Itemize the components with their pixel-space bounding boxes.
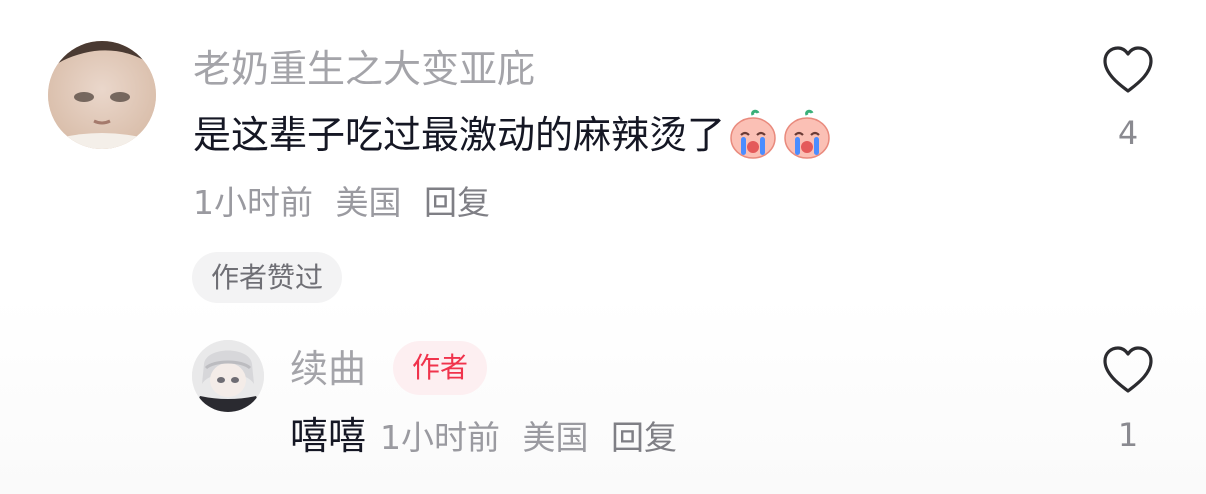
- reply-avatar[interactable]: [192, 340, 264, 412]
- reply-meta: 1小时前 美国 回复: [380, 410, 689, 466]
- comment-body: 是这辈子吃过最激动的麻辣烫了: [193, 106, 833, 164]
- author-liked-chip: 作者赞过: [192, 252, 343, 303]
- comment-like-count: 4: [1117, 114, 1139, 152]
- user-photo-avatar-icon: [48, 41, 156, 149]
- comment-username[interactable]: 老奶重生之大变亚庇: [193, 42, 535, 96]
- heart-icon[interactable]: [1101, 345, 1155, 395]
- comment-time: 1小时前: [193, 183, 313, 222]
- comment-text: 是这辈子吃过最激动的麻辣烫了: [193, 113, 726, 157]
- reply-text: 嘻嘻: [290, 414, 367, 458]
- comment-avatar[interactable]: [48, 41, 156, 149]
- comment-reply-button[interactable]: 回复: [424, 183, 490, 222]
- crying-emoji-icon: [784, 109, 830, 159]
- reply-location: 美国: [522, 418, 589, 457]
- reply-like-count: 1: [1117, 416, 1139, 454]
- comment-meta: 1小时前 美国 回复: [193, 178, 502, 228]
- comment-location: 美国: [335, 183, 402, 222]
- comment-thread: 老奶重生之大变亚庇 是这辈子吃过最激动的麻辣烫了 1小时前 美国 回复 作者赞过: [0, 0, 1206, 494]
- heart-icon[interactable]: [1101, 45, 1155, 95]
- author-badge: 作者: [393, 341, 488, 395]
- crying-emoji-icon: [730, 109, 776, 159]
- reply-reply-button[interactable]: 回复: [611, 418, 677, 457]
- anime-character-avatar-icon: [192, 340, 264, 412]
- reply-time: 1小时前: [380, 418, 501, 457]
- reply-body: 嘻嘻 1小时前 美国 回复: [290, 408, 689, 466]
- reply-username[interactable]: 续曲: [290, 342, 366, 396]
